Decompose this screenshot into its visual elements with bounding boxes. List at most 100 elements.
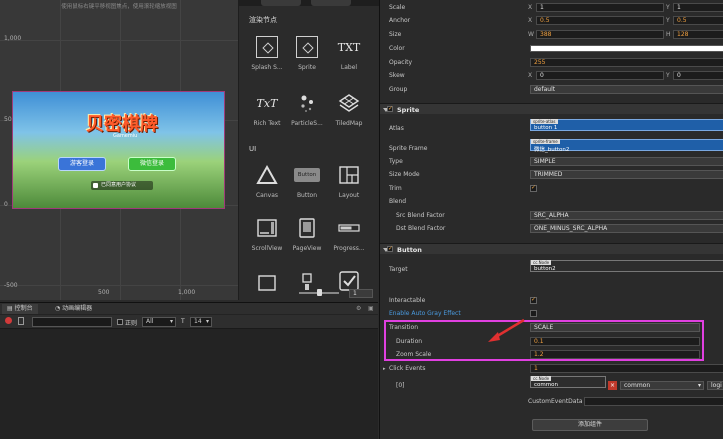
node-label: Canvas [255,192,279,199]
button-component-header[interactable]: Button [380,243,723,254]
type-select[interactable]: SIMPLE [530,157,723,166]
tab-console[interactable]: ▤ 控制台 [2,304,38,314]
font-size-icon: T [181,318,185,325]
node-label: ScrollView [251,245,283,252]
node-rich-text[interactable]: TxT Rich Text [247,90,287,128]
click-events-count[interactable]: 1 [530,364,723,373]
particle-icon [294,90,320,116]
remove-node-icon[interactable]: × [608,381,617,390]
custom-event-data-input[interactable] [584,397,723,406]
node-label-item[interactable]: TXT Label [329,34,369,72]
node-label: PageView [292,245,322,252]
library-tab[interactable] [261,0,301,6]
prop-custom-event-data: CustomEventData [380,396,723,408]
scale-y-input[interactable]: 1 [673,3,723,12]
wechat-login-button[interactable]: 微信登录 [128,157,176,171]
asset-type-tag: cc.Node [531,376,552,381]
size-w-input[interactable]: 388 [536,30,664,39]
event-target-node-field[interactable]: cc.Node common [530,376,606,388]
auto-gray-checkbox[interactable] [530,310,537,317]
scene-view[interactable]: 使用鼠标右键平移视图焦点，使用滚轮缩放视图 1,000 500 0 -500 5… [0,0,238,300]
node-tiledmap[interactable]: TiledMap [329,90,369,127]
sprite-enabled-checkbox[interactable] [387,105,393,112]
trim-checkbox[interactable] [530,184,537,192]
color-swatch[interactable] [530,45,723,52]
target-node-field[interactable]: cc.Node button2 [530,260,723,272]
prop-label: Size Mode [389,171,420,178]
component-title: Button [397,246,422,254]
prop-skew: Skew X 0 Y 0 [380,70,723,82]
anchor-y-input[interactable]: 0.5 [673,16,723,25]
node-sprite[interactable]: Sprite [287,34,327,71]
event-component-select[interactable]: common ▾ [620,381,704,390]
prop-trim: Trim [380,183,723,195]
size-mode-select[interactable]: TRIMMED [530,170,723,179]
asset-name: common [534,382,558,388]
click-event-0: [0] cc.Node common × common ▾ logi [380,376,723,392]
dst-blend-select[interactable]: ONE_MINUS_SRC_ALPHA [530,224,723,233]
library-zoom-value[interactable]: 1 [349,289,373,298]
library-tabbar [239,0,379,6]
tab-animation-editor[interactable]: ◔ 动画编辑器 [50,304,97,314]
asset-type-tag: sprite-atlas [531,119,558,124]
node-scrollview[interactable]: ScrollView [247,215,287,252]
node-label: TiledMap [335,120,363,127]
font-size-value: 14 [194,318,202,325]
library-zoom-knob[interactable] [317,289,322,296]
asset-name: button 1 [534,125,558,131]
agree-checkbox[interactable]: 已同意用户协议 [91,181,153,190]
opacity-input[interactable]: 255 [530,58,723,67]
node-layout[interactable]: Layout [329,162,369,199]
group-select[interactable]: default [530,85,723,94]
node-particle-system[interactable]: ParticleS... [287,90,327,127]
prop-label: Dst Blend Factor [396,225,446,232]
clear-console-icon[interactable] [5,317,12,324]
prop-opacity: Opacity 255 [380,57,723,69]
sprite-frame-asset-field[interactable]: sprite-frame 微信_button2 [530,139,723,153]
panel-maximize-icon[interactable]: ▣ [368,305,374,312]
node-pageview[interactable]: PageView [287,215,327,252]
axis-label-y: 0 [4,201,8,208]
font-size-select[interactable]: 14 ▾ [190,317,212,327]
layout-icon [336,162,362,188]
node-progressbar[interactable]: Progress... [329,215,369,252]
prop-label: Blend [389,198,407,205]
event-handler-select[interactable]: logi [707,381,723,390]
regex-checkbox[interactable] [117,319,123,325]
node-editbox[interactable] [247,268,287,294]
size-h-input[interactable]: 128 [673,30,723,39]
prop-click-events: ▸ Click Events 1 [380,363,723,375]
button-enabled-checkbox[interactable] [387,245,393,252]
open-log-icon[interactable] [18,317,24,325]
sprite-component-header[interactable]: Sprite [380,103,723,114]
event-component-value: common [624,382,651,389]
scale-x-input[interactable]: 1 [536,3,664,12]
skew-x-input[interactable]: 0 [536,71,664,80]
console-filter-input[interactable] [32,317,112,327]
node-canvas[interactable]: Canvas [247,162,287,199]
log-level-select[interactable]: All ▾ [142,317,176,327]
label-icon: TXT [337,40,361,54]
anchor-x-input[interactable]: 0.5 [536,16,664,25]
prop-label: Group [389,86,408,93]
expand-icon[interactable]: ▸ [383,366,386,372]
prop-size-mode: Size Mode TRIMMED [380,169,723,181]
chevron-down-icon: ▾ [169,318,173,325]
skew-y-input[interactable]: 0 [673,71,723,80]
src-blend-select[interactable]: SRC_ALPHA [530,211,723,220]
prop-label: Trim [389,185,402,192]
node-button[interactable]: Button Button [287,162,327,199]
atlas-asset-field[interactable]: sprite-atlas button 1 [530,119,723,131]
prop-label: Atlas [389,125,404,132]
game-canvas[interactable]: 贝密棋牌 Gamemiu 游客登录 微信登录 已同意用户协议 [12,91,225,209]
node-splash-sprite[interactable]: Splash S... [247,34,287,71]
library-tab[interactable] [311,0,351,6]
prop-label: CustomEventData [528,398,583,405]
node-label: Sprite [298,64,316,71]
add-component-button[interactable]: 添加组件 [532,419,648,431]
panel-menu-icon[interactable]: ⚙ [356,305,361,312]
console-panel: ▤ 控制台 ◔ 动画编辑器 ⚙ ▣ 正则 All ▾ T 14 ▾ [0,302,378,439]
guest-login-button[interactable]: 游客登录 [58,157,106,171]
interactable-checkbox[interactable] [530,296,537,304]
axis-label-x: 500 [98,289,110,296]
